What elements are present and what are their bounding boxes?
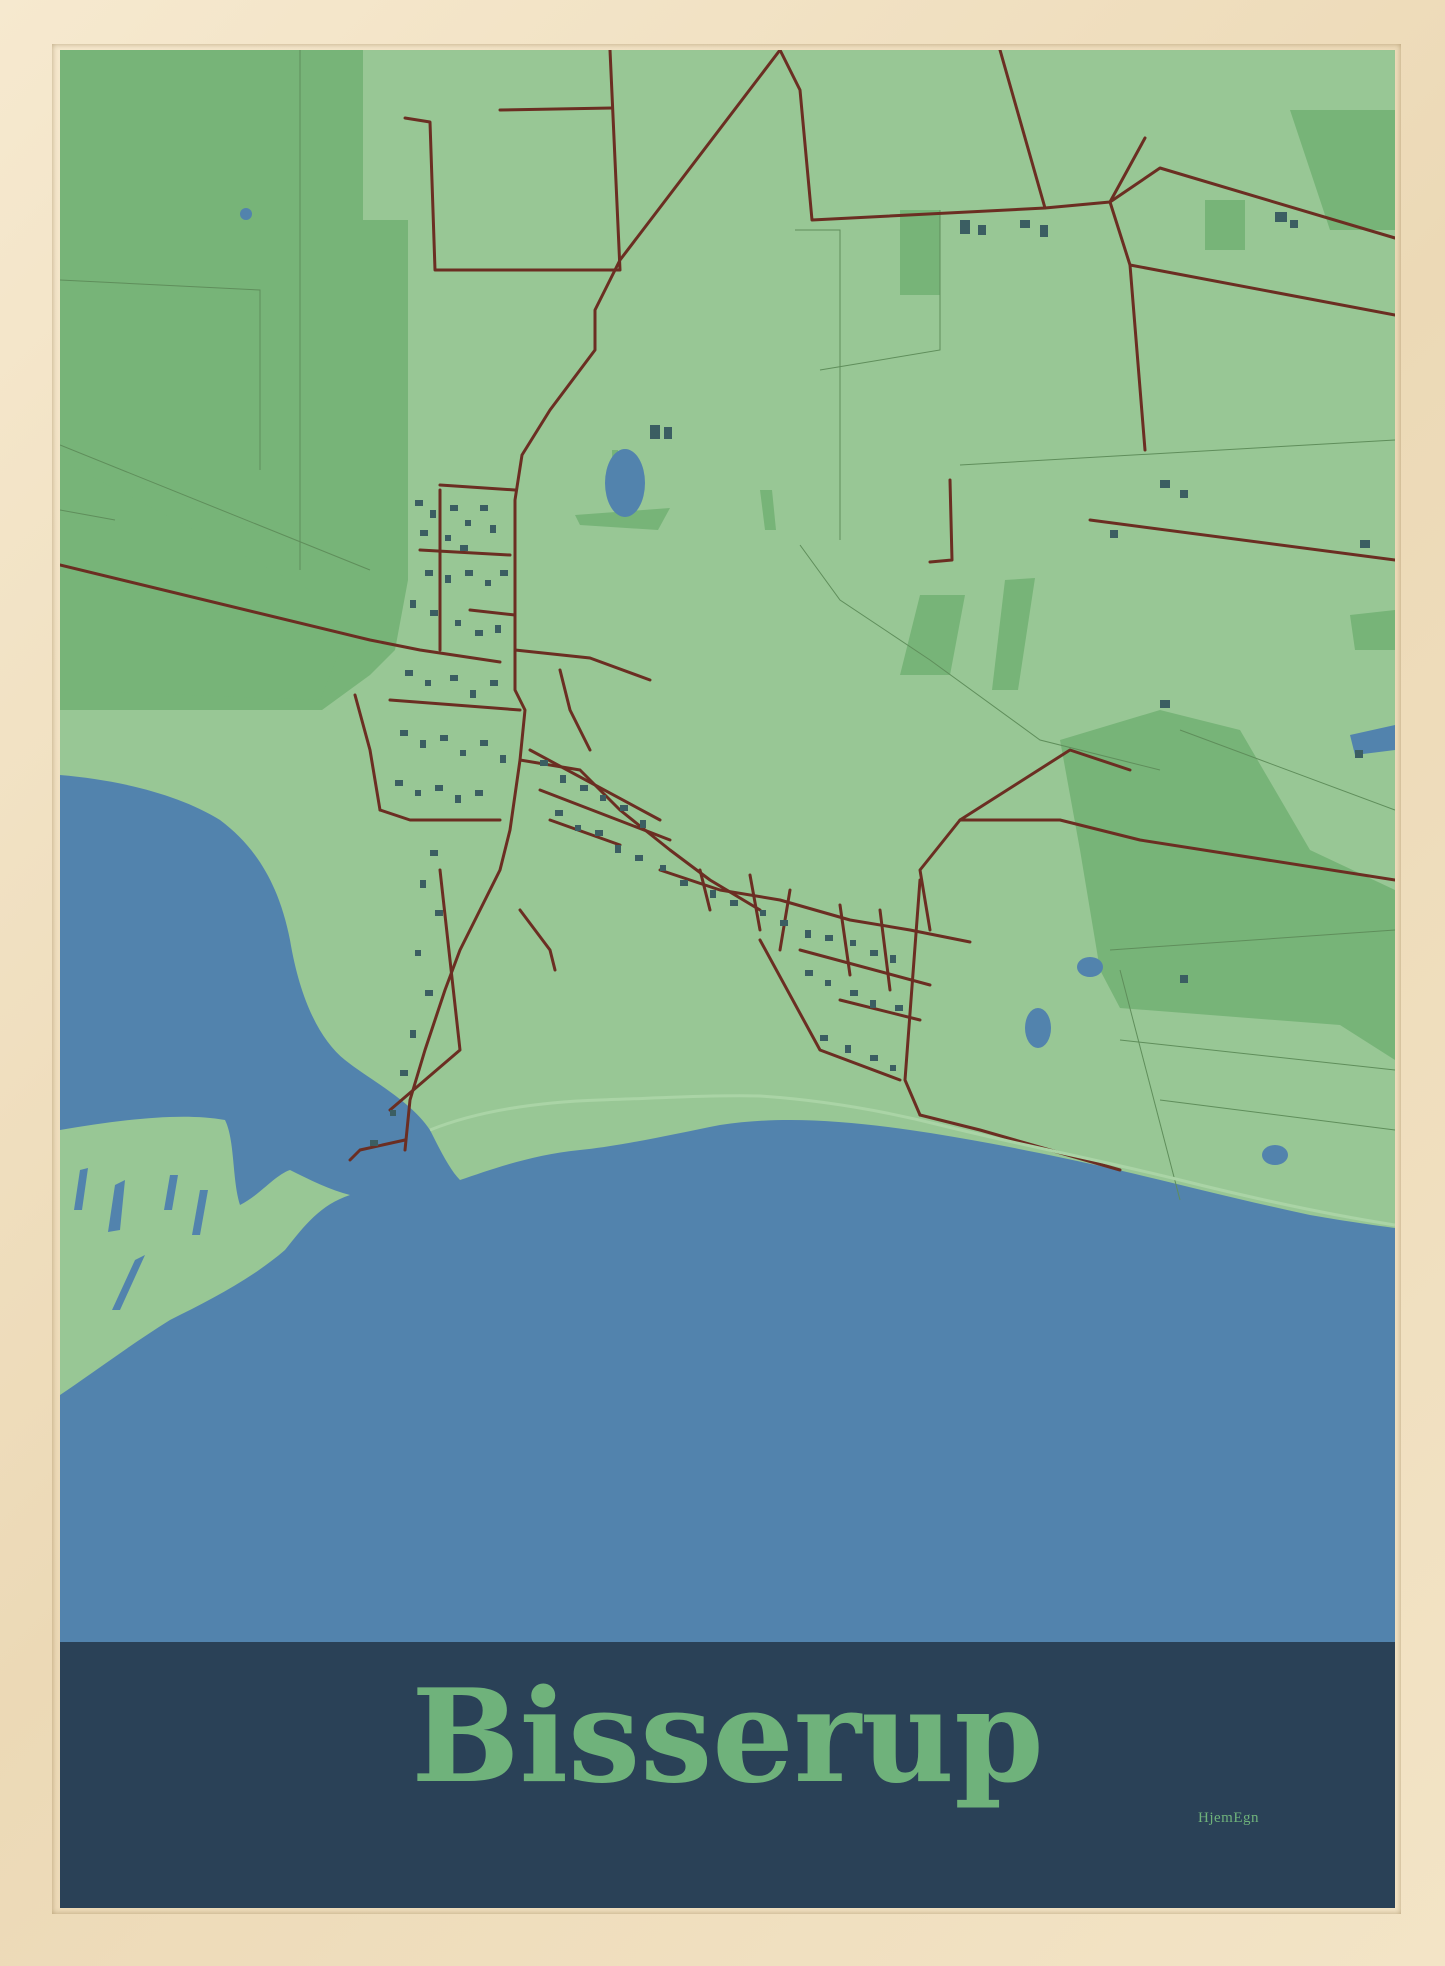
east-woodland-patch: [1350, 610, 1395, 650]
pond-north: [605, 449, 645, 517]
map-poster: Bisserup HjemEgn: [60, 50, 1395, 1908]
small-woodland: [900, 210, 940, 295]
pond-small: [1077, 957, 1103, 977]
pond-southeast: [1262, 1145, 1288, 1165]
pond-tiny: [240, 208, 252, 220]
farm-woodland: [1205, 200, 1245, 250]
brand-logo: HjemEgn: [1198, 1810, 1259, 1826]
road-north-spur: [498, 106, 614, 112]
map-canvas: [60, 50, 1395, 1642]
poster-title: Bisserup: [411, 1662, 1044, 1812]
pond-east: [1025, 1008, 1051, 1048]
